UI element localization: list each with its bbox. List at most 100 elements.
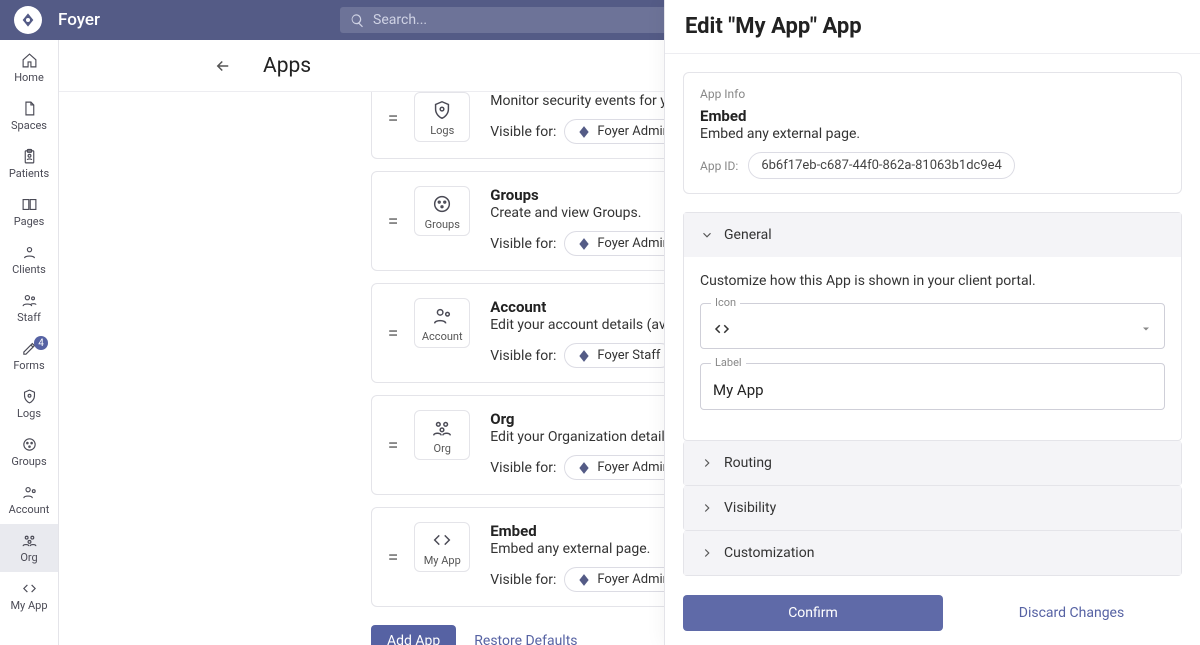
app-card-icon: Account: [414, 298, 470, 348]
section-label: Visibility: [724, 500, 776, 516]
confirm-button[interactable]: Confirm: [683, 595, 943, 631]
org-icon: [21, 532, 38, 549]
clipboard-icon: [21, 148, 38, 165]
chevron-down-icon: [700, 228, 714, 242]
section-general-header[interactable]: General: [684, 213, 1181, 257]
sidebar-item-label: Forms: [13, 359, 44, 372]
sidebar-item-account[interactable]: Account: [0, 476, 58, 524]
back-button[interactable]: [211, 54, 235, 78]
person-icon: [21, 244, 38, 261]
sidebar-item-forms[interactable]: 4 Forms: [0, 332, 58, 380]
chevron-right-icon: [700, 546, 714, 560]
section-routing-header[interactable]: Routing: [684, 441, 1181, 485]
sidebar-item-label: Org: [20, 551, 37, 564]
shield-icon: [21, 388, 38, 405]
app-info-desc: Embed any external page.: [700, 126, 1165, 142]
home-icon: [21, 52, 38, 69]
sidebar-item-label: Patients: [9, 167, 49, 180]
add-app-button[interactable]: Add App: [371, 625, 456, 645]
field-label: Label: [711, 356, 746, 369]
drag-handle-icon[interactable]: =: [388, 435, 394, 456]
groups-icon: [431, 193, 453, 215]
page-title: Apps: [263, 54, 311, 78]
people-icon: [21, 292, 38, 309]
search-icon: [350, 13, 365, 28]
sidebar-item-label: My App: [10, 599, 47, 612]
app-card-icon: Groups: [414, 186, 470, 236]
section-visibility-header[interactable]: Visibility: [684, 486, 1181, 530]
section-label: General: [724, 227, 772, 243]
sidebar-item-label: Groups: [11, 455, 46, 468]
account-icon: [21, 484, 38, 501]
label-input[interactable]: [713, 381, 1152, 399]
sidebar-item-pages[interactable]: Pages: [0, 188, 58, 236]
caret-down-icon: [1140, 323, 1152, 335]
sidebar-item-label: Clients: [12, 263, 46, 276]
account-icon: [431, 305, 453, 327]
app-icon-label: Account: [422, 330, 463, 343]
sidebar-item-clients[interactable]: Clients: [0, 236, 58, 284]
section-visibility: Visibility: [683, 486, 1182, 531]
sidebar-item-label: Logs: [17, 407, 41, 420]
app-icon-label: Org: [434, 442, 451, 455]
org-icon: [431, 417, 453, 439]
sidebar-item-staff[interactable]: Staff: [0, 284, 58, 332]
code-icon: [431, 529, 453, 551]
discard-changes-button[interactable]: Discard Changes: [961, 605, 1182, 621]
code-icon: [713, 320, 731, 338]
section-customization: Customization: [683, 531, 1182, 576]
drag-handle-icon[interactable]: =: [388, 211, 394, 232]
brand-name: Foyer: [58, 10, 100, 30]
sidebar-item-logs[interactable]: Logs: [0, 380, 58, 428]
shield-icon: [431, 99, 453, 121]
sidebar-item-label: Spaces: [11, 119, 47, 132]
sidebar-item-label: Pages: [14, 215, 45, 228]
sidebar-item-groups[interactable]: Groups: [0, 428, 58, 476]
app-card-icon: Org: [414, 410, 470, 460]
chevron-right-icon: [700, 501, 714, 515]
document-icon: [21, 100, 38, 117]
chevron-right-icon: [700, 456, 714, 470]
arrow-left-icon: [214, 57, 232, 75]
sidebar-item-label: Staff: [17, 311, 41, 324]
section-label: Routing: [724, 455, 772, 471]
app-icon-label: My App: [424, 554, 461, 567]
edit-app-panel: Edit "My App" App App Info Embed Embed a…: [664, 0, 1200, 645]
app-id-label: App ID:: [700, 159, 738, 173]
brand-logo[interactable]: [14, 6, 42, 34]
section-general: General Customize how this App is shown …: [683, 212, 1182, 441]
sidebar-item-spaces[interactable]: Spaces: [0, 92, 58, 140]
section-routing: Routing: [683, 441, 1182, 486]
sidebar: Home Spaces Patients Pages Clients Staff…: [0, 40, 59, 645]
visible-for-label: Visible for:: [490, 572, 556, 588]
app-icon-label: Groups: [425, 218, 460, 231]
app-id-value[interactable]: 6b6f17eb-c687-44f0-862a-81063b1dc9e4: [748, 152, 1015, 179]
drag-handle-icon[interactable]: =: [388, 547, 394, 568]
code-icon: [21, 580, 38, 597]
drag-handle-icon[interactable]: =: [388, 323, 394, 344]
sidebar-item-org[interactable]: Org: [0, 524, 58, 572]
label-input-field[interactable]: Label: [700, 363, 1165, 410]
app-info-label: App Info: [700, 87, 1165, 101]
icon-select-field[interactable]: Icon: [700, 303, 1165, 349]
drag-handle-icon[interactable]: =: [388, 108, 394, 129]
visibility-chip[interactable]: Foyer Staff: [564, 343, 673, 368]
sidebar-item-home[interactable]: Home: [0, 44, 58, 92]
app-icon-label: Logs: [430, 124, 454, 137]
forms-badge: 4: [34, 336, 48, 350]
section-customization-header[interactable]: Customization: [684, 531, 1181, 575]
visible-for-label: Visible for:: [490, 348, 556, 364]
app-info-card: App Info Embed Embed any external page. …: [683, 72, 1182, 194]
app-info-title: Embed: [700, 107, 1165, 125]
visible-for-label: Visible for:: [490, 236, 556, 252]
visible-for-label: Visible for:: [490, 460, 556, 476]
sidebar-item-myapp[interactable]: My App: [0, 572, 58, 620]
sidebar-item-patients[interactable]: Patients: [0, 140, 58, 188]
general-hint: Customize how this App is shown in your …: [700, 273, 1165, 289]
restore-defaults-button[interactable]: Restore Defaults: [474, 633, 577, 645]
app-card-icon: My App: [414, 522, 470, 572]
sidebar-item-label: Home: [14, 71, 44, 84]
book-icon: [21, 196, 38, 213]
app-card-icon: Logs: [414, 92, 470, 142]
visible-for-label: Visible for:: [490, 124, 556, 140]
